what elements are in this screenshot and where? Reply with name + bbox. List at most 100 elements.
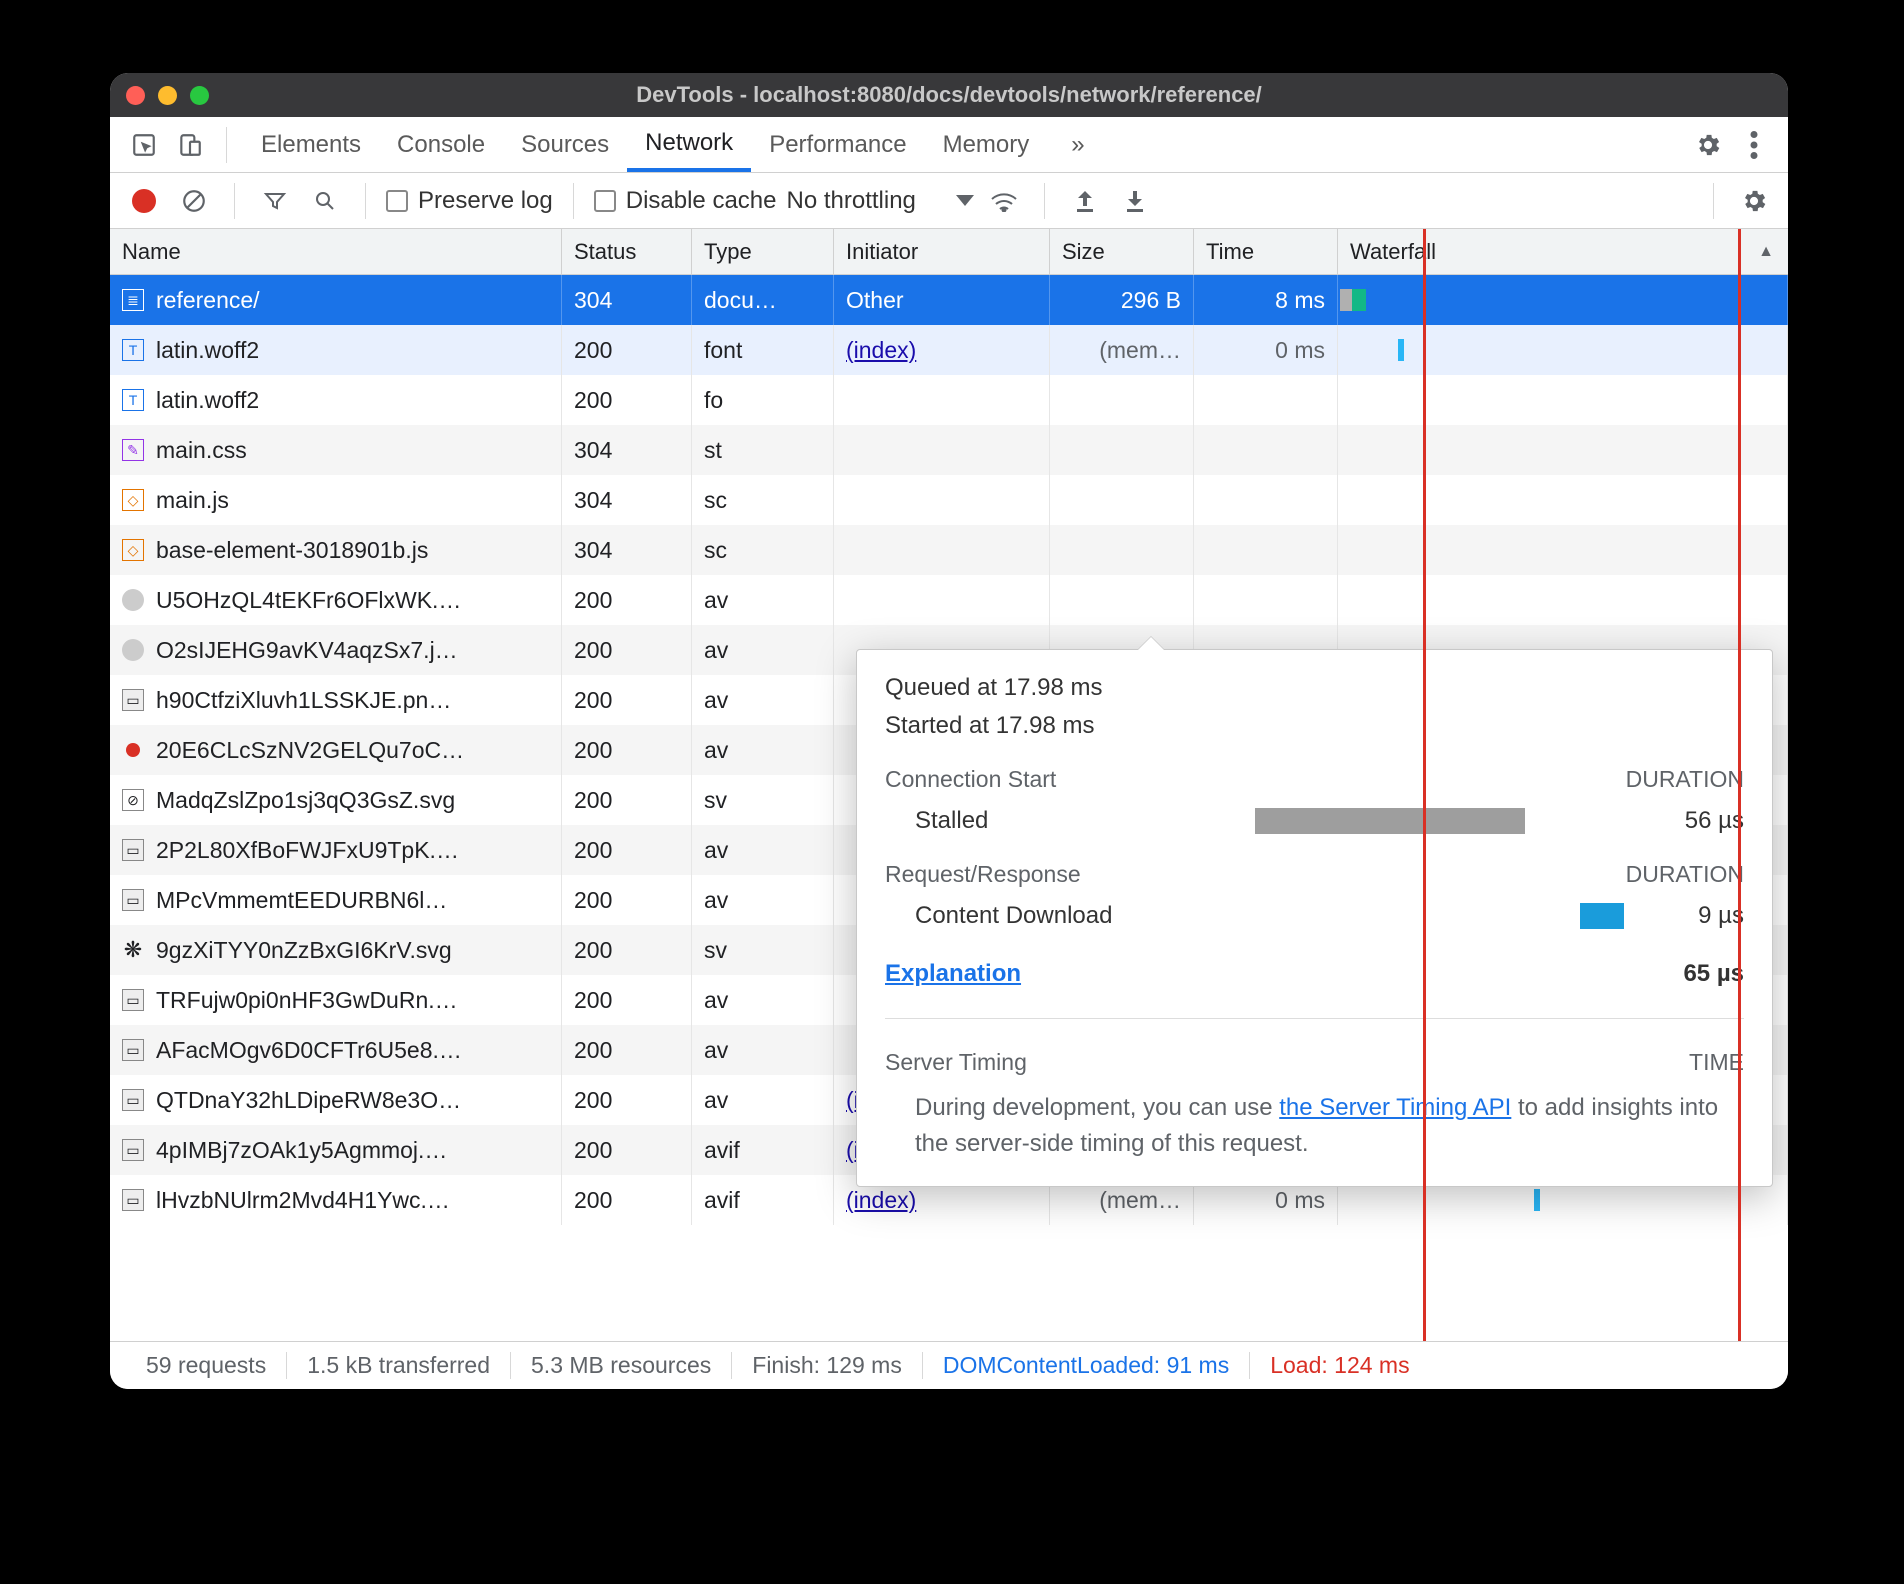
table-row[interactable]: ◇main.js304sc [110, 475, 1788, 525]
disable-cache-checkbox[interactable]: Disable cache [594, 187, 777, 215]
cell-type: av [692, 975, 834, 1025]
initiator-link[interactable]: (index) [846, 1187, 916, 1214]
cell-status: 200 [562, 625, 692, 675]
cell-time [1194, 375, 1338, 425]
clear-icon[interactable] [174, 181, 214, 221]
request-name: U5OHzQL4tEKFr6OFlxWK.… [156, 587, 461, 614]
header-status[interactable]: Status [562, 229, 692, 274]
more-tabs-icon[interactable]: » [1053, 117, 1102, 172]
request-name: 9gzXiTYY0nZzBxGI6KrV.svg [156, 937, 452, 964]
redline-marker [1423, 229, 1426, 1341]
network-settings-gear-icon[interactable] [1734, 181, 1774, 221]
header-name[interactable]: Name [110, 229, 562, 274]
cell-status: 304 [562, 425, 692, 475]
cell-type: avif [692, 1175, 834, 1225]
cell-initiator [834, 575, 1050, 625]
img-icon: ▭ [122, 989, 144, 1011]
img-icon: ▭ [122, 1139, 144, 1161]
cell-type: av [692, 1075, 834, 1125]
cell-waterfall [1338, 425, 1788, 475]
font-icon: T [122, 389, 144, 411]
table-row[interactable]: ≣reference/304docu…Other296 B8 ms [110, 275, 1788, 325]
cell-status: 304 [562, 525, 692, 575]
settings-gear-icon[interactable] [1688, 125, 1728, 165]
tab-performance[interactable]: Performance [751, 117, 924, 172]
kebab-menu-icon[interactable] [1734, 125, 1774, 165]
initiator-link[interactable]: (index) [846, 337, 916, 364]
table-row[interactable]: ✎main.css304st [110, 425, 1788, 475]
cell-waterfall [1338, 475, 1788, 525]
cell-type: av [692, 825, 834, 875]
cell-initiator: (index) [834, 325, 1050, 375]
upload-har-icon[interactable] [1065, 181, 1105, 221]
cell-status: 200 [562, 1075, 692, 1125]
cell-initiator: Other [834, 275, 1050, 325]
divider [573, 183, 574, 219]
explanation-link[interactable]: Explanation [885, 960, 1021, 988]
inspect-icon[interactable] [124, 125, 164, 165]
table-row[interactable]: U5OHzQL4tEKFr6OFlxWK.…200av [110, 575, 1788, 625]
table-row[interactable]: Tlatin.woff2200font(index)(mem…0 ms [110, 325, 1788, 375]
header-initiator[interactable]: Initiator [834, 229, 1050, 274]
js-icon: ◇ [122, 489, 144, 511]
header-time[interactable]: Time [1194, 229, 1338, 274]
cell-size [1050, 575, 1194, 625]
content-download-value: 9 µs [1644, 902, 1744, 930]
header-size[interactable]: Size [1050, 229, 1194, 274]
filter-icon[interactable] [255, 181, 295, 221]
cell-waterfall [1338, 575, 1788, 625]
duration-label: DURATION [1626, 766, 1744, 793]
content-download-label: Content Download [885, 902, 1145, 930]
tab-console[interactable]: Console [379, 117, 503, 172]
tab-network[interactable]: Network [627, 117, 751, 172]
domcontentloaded-time: DOMContentLoaded: 91 ms [923, 1352, 1250, 1379]
tab-elements[interactable]: Elements [243, 117, 379, 172]
request-name: main.css [156, 437, 247, 464]
finish-time: Finish: 129 ms [732, 1352, 923, 1379]
resources-size: 5.3 MB resources [511, 1352, 732, 1379]
img-icon: ▭ [122, 1039, 144, 1061]
divider [365, 183, 366, 219]
cell-size [1050, 375, 1194, 425]
timing-popover: Queued at 17.98 ms Started at 17.98 ms C… [856, 649, 1773, 1187]
cell-type: sc [692, 525, 834, 575]
img-icon: ▭ [122, 1189, 144, 1211]
preserve-log-label: Preserve log [418, 187, 553, 215]
divider [1713, 183, 1714, 219]
record-button[interactable] [124, 181, 164, 221]
tab-memory[interactable]: Memory [925, 117, 1048, 172]
table-row[interactable]: ◇base-element-3018901b.js304sc [110, 525, 1788, 575]
network-conditions-icon[interactable] [984, 181, 1024, 221]
cell-status: 304 [562, 475, 692, 525]
cell-type: docu… [692, 275, 834, 325]
cell-waterfall [1338, 525, 1788, 575]
header-type[interactable]: Type [692, 229, 834, 274]
duration-label: DURATION [1626, 861, 1744, 888]
device-toggle-icon[interactable] [170, 125, 210, 165]
preserve-log-checkbox[interactable]: Preserve log [386, 187, 553, 215]
status-bar: 59 requests 1.5 kB transferred 5.3 MB re… [110, 1341, 1788, 1389]
request-name: latin.woff2 [156, 387, 259, 414]
header-waterfall[interactable]: Waterfall [1338, 229, 1788, 274]
img-icon: ▭ [122, 889, 144, 911]
cell-time [1194, 425, 1338, 475]
cell-time [1194, 575, 1338, 625]
disable-cache-label: Disable cache [626, 187, 777, 215]
table-row[interactable]: Tlatin.woff2200fo [110, 375, 1788, 425]
cell-status: 200 [562, 575, 692, 625]
cell-type: av [692, 725, 834, 775]
cell-status: 200 [562, 875, 692, 925]
cell-initiator [834, 375, 1050, 425]
connection-start-label: Connection Start [885, 766, 1056, 793]
js-icon: ◇ [122, 539, 144, 561]
server-timing-api-link[interactable]: the Server Timing API [1279, 1094, 1511, 1121]
time-label: TIME [1689, 1049, 1744, 1076]
request-name: AFacMOgv6D0CFTr6U5e8.… [156, 1037, 462, 1064]
cell-size [1050, 525, 1194, 575]
tab-sources[interactable]: Sources [503, 117, 627, 172]
download-har-icon[interactable] [1115, 181, 1155, 221]
throttle-select[interactable]: No throttling [786, 187, 973, 215]
cell-type: sv [692, 925, 834, 975]
cell-type: sc [692, 475, 834, 525]
search-icon[interactable] [305, 181, 345, 221]
